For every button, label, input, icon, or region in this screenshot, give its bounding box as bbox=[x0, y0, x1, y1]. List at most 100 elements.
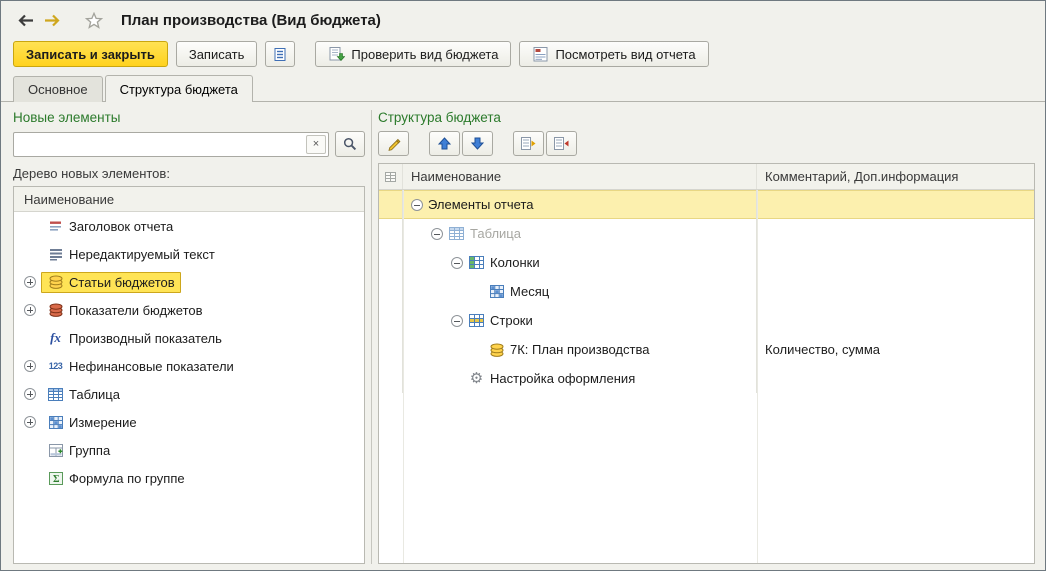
tree-row-columns[interactable]: Колонки bbox=[379, 248, 1034, 277]
column-header-comment[interactable]: Комментарий, Доп.информация bbox=[757, 164, 1034, 189]
save-close-button[interactable]: Записать и закрыть bbox=[13, 41, 168, 67]
back-button[interactable] bbox=[13, 8, 39, 32]
expander-spacer bbox=[24, 472, 36, 484]
list-item-label: Измерение bbox=[69, 415, 137, 430]
collapse-minus-icon[interactable] bbox=[431, 228, 443, 240]
view-report-button[interactable]: Посмотреть вид отчета bbox=[519, 41, 708, 67]
edit-button[interactable] bbox=[378, 131, 409, 156]
dimension-icon bbox=[488, 284, 505, 299]
tree-row-comment bbox=[757, 364, 1034, 393]
expand-plus-icon[interactable] bbox=[24, 304, 36, 316]
move-down-button[interactable] bbox=[462, 131, 493, 156]
collapse-minus-icon[interactable] bbox=[411, 199, 423, 211]
tree-row-comment bbox=[757, 306, 1034, 335]
list-item-table[interactable]: Таблица bbox=[14, 380, 364, 408]
panel-splitter[interactable] bbox=[365, 110, 378, 564]
magnifier-icon bbox=[342, 137, 359, 152]
row-marker-cell bbox=[379, 364, 403, 393]
forward-button[interactable] bbox=[39, 8, 65, 32]
budget-structure-title: Структура бюджета bbox=[378, 110, 1035, 125]
tree-expand-icon bbox=[520, 136, 537, 151]
list-item-label: Нефинансовые показатели bbox=[69, 359, 234, 374]
list-item-budget-indicators[interactable]: Показатели бюджетов bbox=[14, 296, 364, 324]
list-item-budget-items[interactable]: Статьи бюджетов bbox=[14, 268, 364, 296]
list-item-static-text[interactable]: Нередактируемый текст bbox=[14, 240, 364, 268]
grid-corner-icon[interactable] bbox=[379, 164, 403, 189]
list-item-label: Показатели бюджетов bbox=[69, 303, 203, 318]
view-report-label: Посмотреть вид отчета bbox=[555, 47, 695, 62]
document-check-icon bbox=[328, 47, 345, 62]
search-input[interactable] bbox=[14, 133, 306, 156]
save-button[interactable]: Записать bbox=[176, 41, 258, 67]
check-budget-view-button[interactable]: Проверить вид бюджета bbox=[315, 41, 511, 67]
row-marker-cell bbox=[379, 190, 403, 219]
tree-row-comment bbox=[757, 219, 1034, 248]
tab-bar: Основное Структура бюджета bbox=[1, 75, 1045, 102]
expander-spacer bbox=[24, 248, 36, 260]
tree-row-month[interactable]: Месяц bbox=[379, 277, 1034, 306]
expand-plus-icon[interactable] bbox=[24, 360, 36, 372]
clear-search-icon[interactable] bbox=[306, 135, 326, 154]
search-field-wrap bbox=[13, 132, 329, 157]
expand-all-button[interactable] bbox=[513, 131, 544, 156]
expand-plus-icon[interactable] bbox=[24, 388, 36, 400]
tab-main[interactable]: Основное bbox=[13, 76, 103, 102]
list-icon bbox=[272, 47, 289, 62]
rows-icon bbox=[468, 313, 485, 328]
row-marker-cell bbox=[379, 248, 403, 277]
collapse-minus-icon[interactable] bbox=[451, 315, 463, 327]
tree-row-formatting-settings[interactable]: Настройка оформления bbox=[379, 364, 1034, 393]
list-item-derived-indicator[interactable]: Производный показатель bbox=[14, 324, 364, 352]
save-menu-button[interactable] bbox=[265, 41, 295, 67]
content-area: Новые элементы Дерево новых элементов: Н… bbox=[1, 102, 1045, 570]
tree-row-rows[interactable]: Строки bbox=[379, 306, 1034, 335]
list-item-report-header[interactable]: Заголовок отчета bbox=[14, 212, 364, 240]
gear-icon bbox=[468, 371, 485, 386]
tree-row-label: Элементы отчета bbox=[428, 197, 534, 212]
numbers-123-icon bbox=[47, 359, 64, 374]
favorites-star-icon[interactable] bbox=[81, 8, 107, 32]
row-marker-cell bbox=[379, 335, 403, 364]
table-icon bbox=[47, 387, 64, 402]
list-item-nonfinancial[interactable]: Нефинансовые показатели bbox=[14, 352, 364, 380]
collapse-minus-icon[interactable] bbox=[451, 257, 463, 269]
tree-row-label: Настройка оформления bbox=[490, 371, 635, 386]
page-title: План производства (Вид бюджета) bbox=[121, 12, 381, 29]
expand-plus-icon[interactable] bbox=[24, 416, 36, 428]
titlebar: План производства (Вид бюджета) bbox=[1, 1, 1045, 39]
arrow-down-icon bbox=[469, 136, 486, 151]
collapse-all-button[interactable] bbox=[546, 131, 577, 156]
new-elements-tree-label: Дерево новых элементов: bbox=[13, 166, 365, 181]
tab-budget-structure-label: Структура бюджета bbox=[120, 82, 238, 97]
structure-toolbar bbox=[378, 131, 1035, 156]
coins-red-icon bbox=[47, 303, 64, 318]
tab-budget-structure[interactable]: Структура бюджета bbox=[105, 75, 253, 102]
list-item-label: Производный показатель bbox=[69, 331, 222, 346]
row-marker-cell bbox=[379, 306, 403, 335]
tree-row-table[interactable]: Таблица bbox=[379, 219, 1034, 248]
list-item-dimension[interactable]: Измерение bbox=[14, 408, 364, 436]
group-icon bbox=[47, 443, 64, 458]
tree-row-label: Месяц bbox=[510, 284, 549, 299]
group-formula-icon: Σ bbox=[47, 471, 64, 486]
expand-plus-icon[interactable] bbox=[24, 276, 36, 288]
search-button[interactable] bbox=[335, 131, 365, 157]
main-toolbar: Записать и закрыть Записать Проверить ви… bbox=[1, 39, 1045, 75]
structure-grid-header: Наименование Комментарий, Доп.информация bbox=[379, 164, 1034, 190]
column-header-name[interactable]: Наименование bbox=[403, 164, 757, 189]
table-icon bbox=[448, 226, 465, 241]
tree-row-production-plan[interactable]: 7К: План производства Количество, сумма bbox=[379, 335, 1034, 364]
arrow-right-icon bbox=[44, 13, 61, 28]
move-up-button[interactable] bbox=[429, 131, 460, 156]
static-text-icon bbox=[47, 247, 64, 262]
tree-row-report-elements[interactable]: Элементы отчета bbox=[379, 190, 1034, 219]
list-item-group-formula[interactable]: Σ Формула по группе bbox=[14, 464, 364, 492]
new-elements-tree: Наименование Заголовок отчета Нередактир… bbox=[13, 186, 365, 564]
fx-icon bbox=[47, 331, 64, 346]
left-column-header[interactable]: Наименование bbox=[14, 187, 364, 212]
dimension-icon bbox=[47, 415, 64, 430]
move-buttons-group bbox=[429, 131, 493, 156]
list-item-group[interactable]: Группа bbox=[14, 436, 364, 464]
new-elements-title: Новые элементы bbox=[13, 110, 365, 125]
column-header-comment-label: Комментарий, Доп.информация bbox=[765, 169, 958, 184]
